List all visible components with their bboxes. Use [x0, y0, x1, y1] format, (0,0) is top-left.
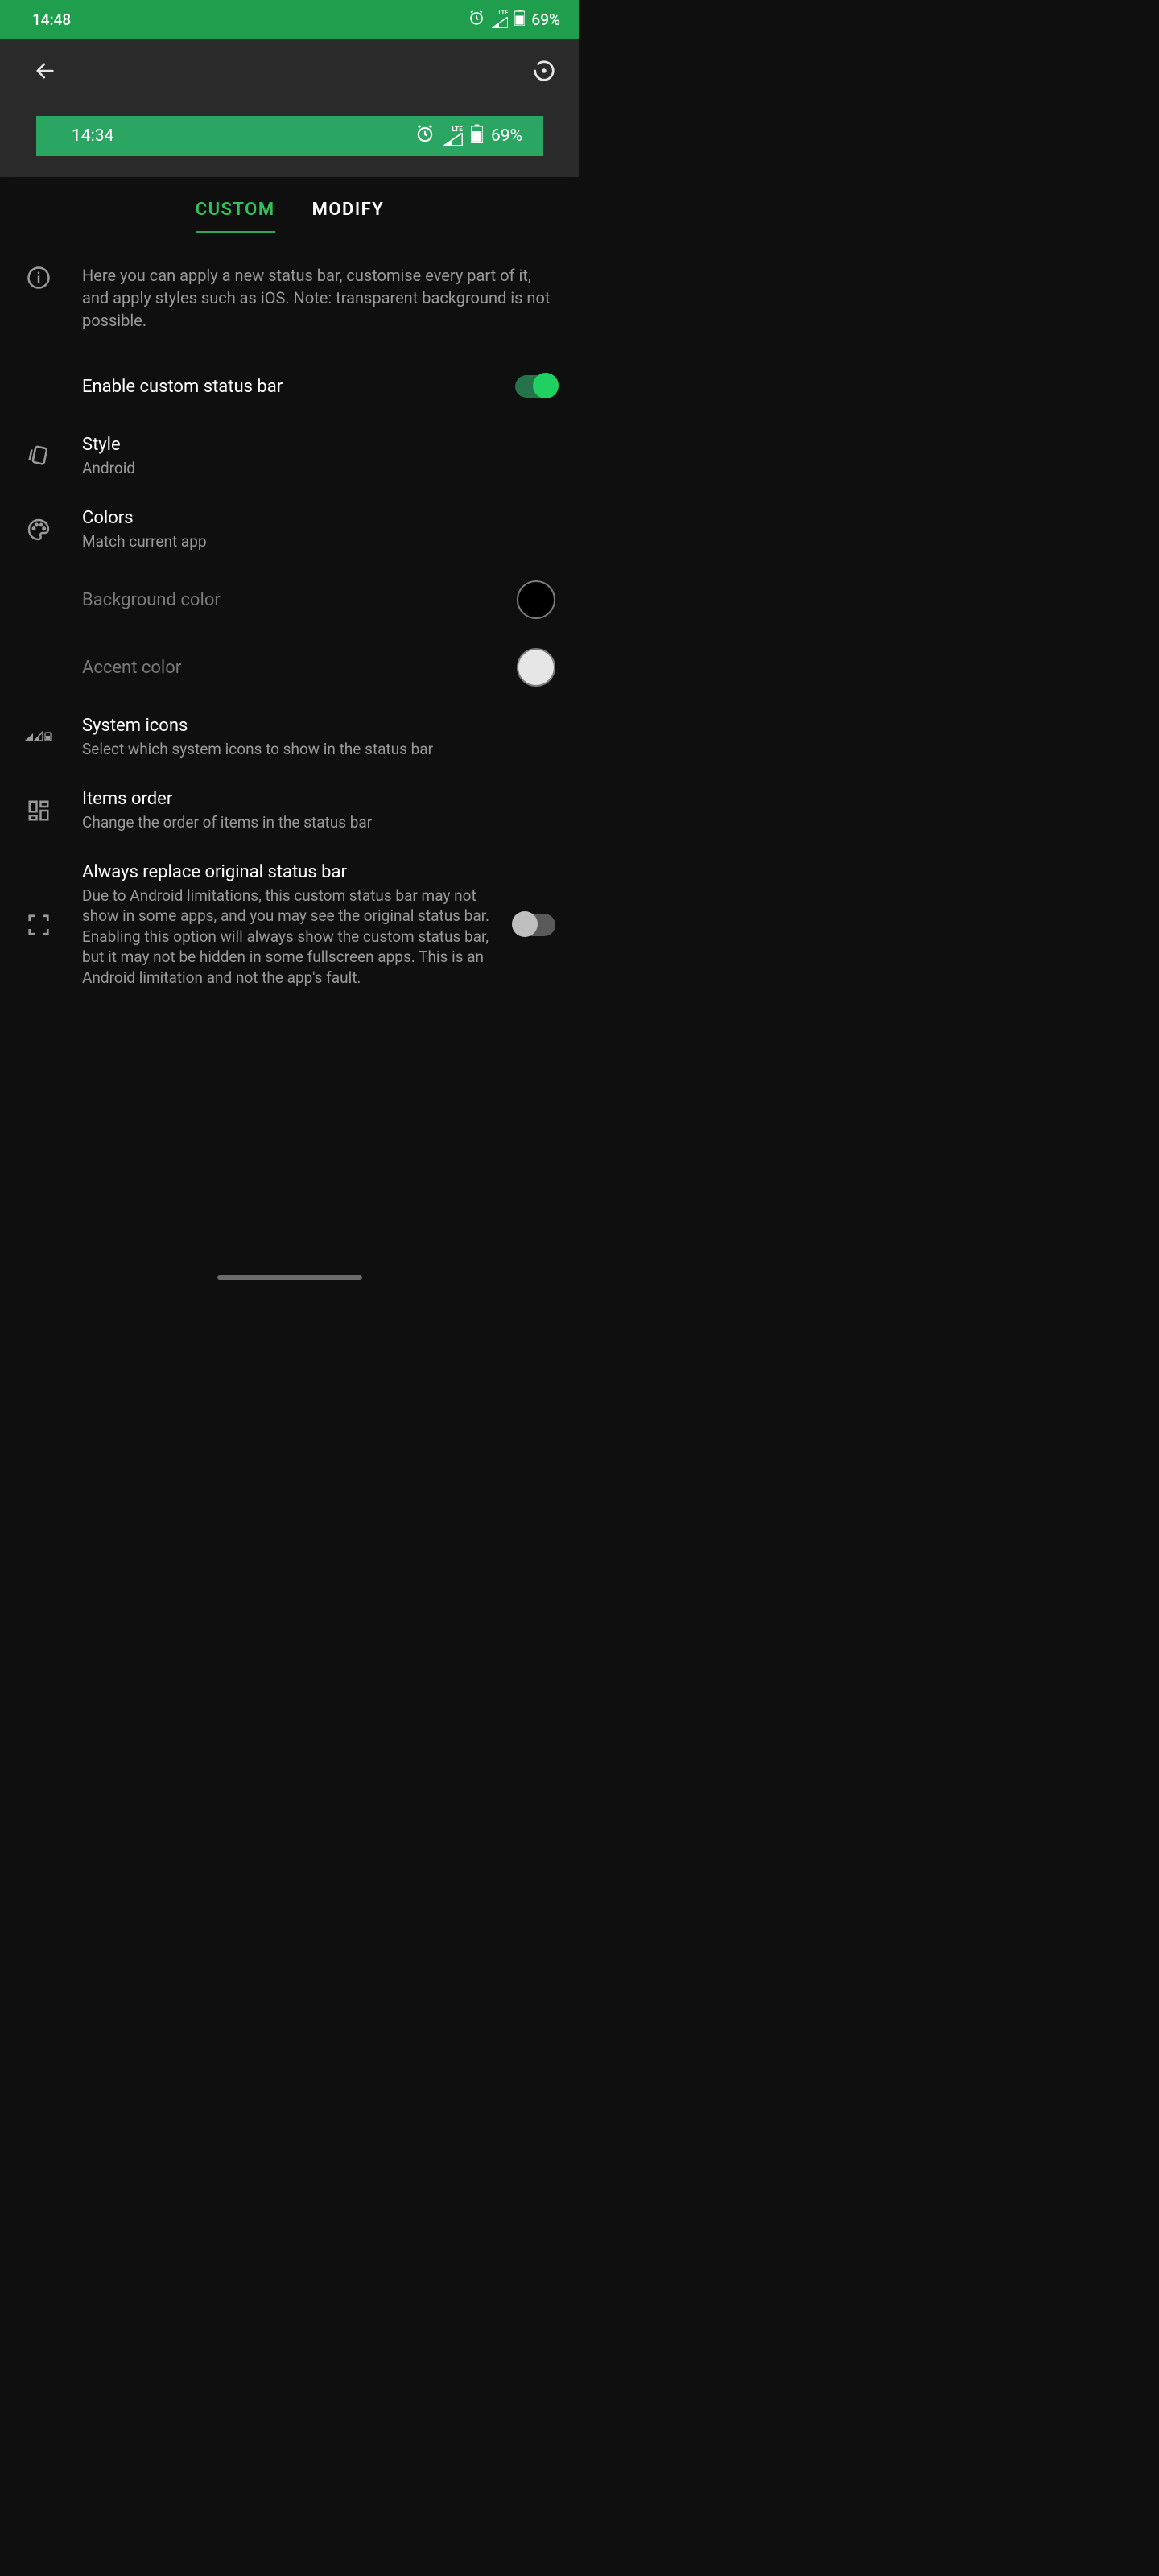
setting-background-color[interactable]: Background color: [0, 566, 580, 634]
fullscreen-icon: [27, 913, 51, 937]
setting-style[interactable]: Style Android: [0, 420, 580, 493]
setting-subtitle: Android: [82, 458, 555, 479]
setting-title: Colors: [82, 508, 555, 528]
preview-clock: 14:34: [72, 126, 113, 146]
setting-enable-custom[interactable]: Enable custom status bar: [0, 353, 580, 420]
setting-subtitle: Select which system icons to show in the…: [82, 739, 555, 760]
battery-percent: 69%: [491, 126, 522, 146]
battery-percent: 69%: [531, 10, 560, 29]
palette-icon: [26, 517, 52, 543]
statusbar-preview: 14:34 LTE: [36, 116, 543, 156]
setting-title: Background color: [82, 590, 491, 610]
setting-subtitle: Match current app: [82, 531, 555, 552]
settings-panel: CUSTOM MODIFY Here you can apply a new s…: [0, 177, 580, 1143]
tab-modify[interactable]: MODIFY: [312, 200, 385, 233]
setting-colors[interactable]: Colors Match current app: [0, 493, 580, 567]
setting-accent-color[interactable]: Accent color: [0, 634, 580, 701]
alarm-icon: [468, 9, 485, 31]
restore-button[interactable]: [525, 52, 563, 90]
setting-subtitle: Change the order of items in the status …: [82, 812, 555, 833]
cellular-signal-icon: LTE: [443, 126, 463, 146]
setting-title: Enable custom status bar: [82, 377, 489, 397]
restore-history-icon: [532, 59, 556, 83]
dashboard-icon: [27, 799, 51, 823]
device-status-bar: 14:48 LTE: [0, 0, 580, 39]
nav-gesture-handle[interactable]: [217, 1275, 362, 1280]
setting-title: System icons: [82, 716, 555, 736]
enable-switch[interactable]: [515, 375, 555, 398]
setting-title: Items order: [82, 789, 555, 809]
style-cards-icon: [25, 443, 52, 470]
setting-title: Accent color: [82, 658, 491, 678]
battery-icon: [471, 124, 483, 148]
app-header: 14:34 LTE: [0, 39, 580, 177]
back-button[interactable]: [26, 52, 64, 90]
setting-title: Always replace original status bar: [82, 862, 489, 882]
info-text: Here you can apply a new status bar, cus…: [82, 264, 555, 332]
battery-icon: [514, 10, 525, 30]
info-block: Here you can apply a new status bar, cus…: [0, 233, 580, 353]
setting-always-replace[interactable]: Always replace original status bar Due t…: [0, 848, 580, 1003]
alarm-icon: [415, 123, 435, 149]
tabstrip: CUSTOM MODIFY: [0, 177, 580, 233]
device-clock: 14:48: [32, 10, 71, 29]
cellular-signal-icon: LTE: [492, 10, 508, 28]
setting-system-icons[interactable]: System icons Select which system icons t…: [0, 701, 580, 774]
info-icon: [27, 266, 51, 290]
background-color-swatch[interactable]: [517, 580, 555, 619]
tab-custom[interactable]: CUSTOM: [196, 200, 275, 233]
arrow-left-icon: [34, 60, 56, 82]
setting-subtitle: Due to Android limitations, this custom …: [82, 886, 489, 989]
setting-items-order[interactable]: Items order Change the order of items in…: [0, 774, 580, 848]
always-replace-switch[interactable]: [515, 914, 555, 936]
accent-color-swatch[interactable]: [517, 648, 555, 687]
system-icons-icon: [25, 730, 52, 746]
setting-title: Style: [82, 435, 555, 455]
